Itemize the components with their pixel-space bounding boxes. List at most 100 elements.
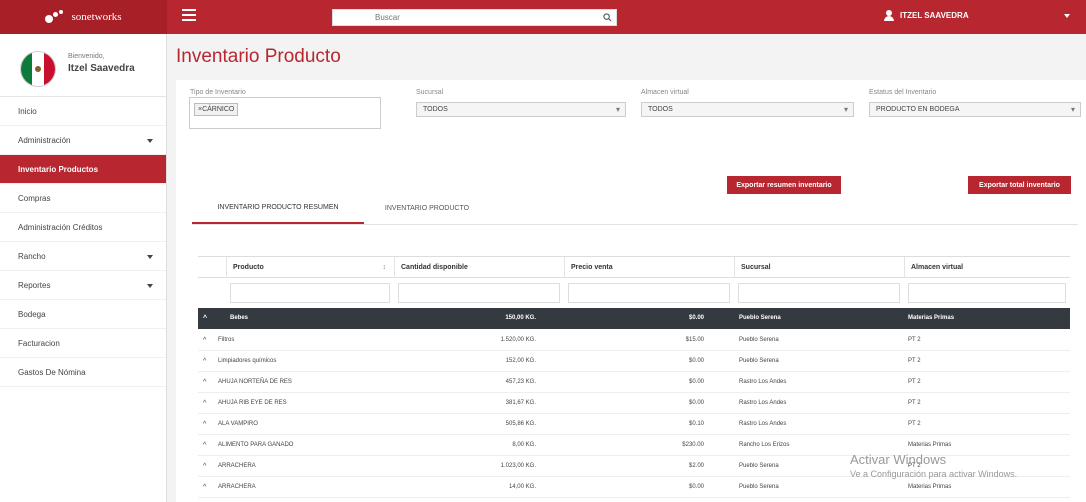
table-header: Producto ↕ Cantidad disponible Precio ve… [198, 256, 1070, 279]
cell-sucursal: Pueblo Serena [739, 463, 779, 469]
tipo-chip[interactable]: ×CÁRNICO [194, 103, 239, 116]
estatus-inventario-label: Estatus del Inventario [869, 89, 937, 96]
cell-almacen: PT 2 [908, 421, 921, 427]
table-row[interactable]: ^ ALA VAMPIRO 505,86 KG. $0.10 Rastro Lo… [198, 414, 1070, 435]
cell-sucursal: Rancho Los Erizos [739, 442, 790, 448]
cell-cantidad: 152,00 KG. [505, 358, 536, 364]
table-row[interactable]: ^ Limpiadores químicos 152,00 KG. $0.00 … [198, 351, 1070, 372]
export-total-button[interactable]: Exportar total inventario [968, 176, 1071, 194]
chevron-up-icon[interactable]: ^ [203, 393, 206, 414]
filter-precio-input[interactable] [568, 283, 730, 303]
search-icon[interactable] [603, 13, 612, 22]
chevron-down-icon [147, 255, 153, 259]
cell-producto: AHUJA NORTEÑA DE RES [218, 379, 292, 385]
tab-inventario-producto[interactable]: INVENTARIO PRODUCTO [364, 192, 490, 224]
sucursal-select[interactable]: TODOS ▾ [416, 102, 626, 117]
filter-sucursal-input[interactable] [738, 283, 900, 303]
cell-almacen: PT 2 [908, 379, 921, 385]
sidebar-item-label: Facturacion [18, 338, 60, 348]
sidebar-item-label: Inventario Productos [18, 164, 99, 174]
chevron-down-icon: ▾ [1070, 105, 1075, 114]
search-box[interactable] [332, 9, 617, 26]
sidebar-item-inventario-productos[interactable]: Inventario Productos [0, 155, 166, 184]
chevron-up-icon[interactable]: ^ [203, 372, 206, 393]
cell-cantidad: 1.023,00 KG. [500, 463, 536, 469]
menu-toggle-icon[interactable] [182, 9, 196, 21]
cell-almacen: Materias Primas [908, 315, 955, 321]
column-header-almacen[interactable]: Almacen virtual [904, 257, 1070, 279]
sucursal-value: TODOS [423, 106, 448, 113]
filter-producto-input[interactable] [230, 283, 390, 303]
sidebar-item-gastos-nomina[interactable]: Gastos De Nómina [0, 358, 166, 387]
sucursal-label: Sucursal [416, 89, 444, 96]
chevron-up-icon[interactable]: ^ [203, 435, 206, 456]
cell-almacen: PT 2 [908, 337, 921, 343]
user-menu[interactable]: ITZEL SAAVEDRA [884, 10, 969, 21]
cell-precio: $0.00 [688, 400, 704, 406]
sidebar: Bienvenido, Itzel Saavedra Inicio Admini… [0, 34, 167, 502]
cell-producto: ALIMENTO PARA GANADO [218, 442, 294, 448]
profile-name: Itzel Saavedra [68, 63, 135, 74]
chevron-up-icon[interactable]: ^ [203, 330, 206, 351]
user-name: ITZEL SAAVEDRA [900, 11, 969, 20]
cell-almacen: Materias Primas [908, 484, 952, 490]
user-menu-caret-icon[interactable] [1064, 14, 1070, 18]
user-profile: Bienvenido, Itzel Saavedra [0, 34, 166, 97]
estatus-value: PRODUCTO EN BODEGA [876, 106, 960, 113]
export-summary-button[interactable]: Exportar resumen inventario [727, 176, 841, 194]
table-filter-row [198, 278, 1070, 306]
column-header-sucursal[interactable]: Sucursal [734, 257, 904, 279]
brand-logo[interactable]: sonetworks [0, 0, 167, 34]
table-row[interactable]: ^ AHUJA RIB EYE DE RES 381,67 KG. $0.00 … [198, 393, 1070, 414]
almacen-virtual-select[interactable]: TODOS ▾ [641, 102, 854, 117]
sidebar-item-facturacion[interactable]: Facturacion [0, 329, 166, 358]
cell-sucursal: Rastro Los Andes [739, 379, 787, 385]
sidebar-item-label: Rancho [18, 251, 46, 261]
table-group-row[interactable]: ^ Bebes 150,00 KG. $0.00 Pueblo Serena M… [198, 308, 1070, 329]
sort-icon[interactable]: ↕ [383, 264, 387, 271]
chevron-up-icon[interactable]: ^ [203, 477, 206, 498]
sidebar-item-inicio[interactable]: Inicio [0, 97, 166, 126]
column-header-producto[interactable]: Producto ↕ [226, 257, 394, 279]
chevron-up-icon[interactable]: ^ [203, 414, 206, 435]
search-input[interactable] [333, 10, 583, 25]
estatus-inventario-select[interactable]: PRODUCTO EN BODEGA ▾ [869, 102, 1081, 117]
cell-precio: $0.00 [688, 358, 704, 364]
filter-almacen-input[interactable] [908, 283, 1066, 303]
tipo-inventario-multiselect[interactable]: ×CÁRNICO [189, 97, 381, 129]
sidebar-item-label: Inicio [18, 106, 37, 116]
filter-cantidad-input[interactable] [398, 283, 560, 303]
cell-sucursal: Rastro Los Andes [739, 400, 787, 406]
cell-cantidad: 8,00 KG. [512, 442, 536, 448]
table-row[interactable]: ^ ARRACHERA 14,00 KG. $0.00 Pueblo Seren… [198, 477, 1070, 498]
cell-sucursal: Rastro Los Andes [739, 421, 787, 427]
tab-inventario-resumen[interactable]: INVENTARIO PRODUCTO RESUMEN [192, 192, 364, 224]
tabs-divider [192, 224, 1078, 225]
cell-cantidad: 381,67 KG. [505, 400, 536, 406]
chevron-down-icon [147, 139, 153, 143]
table-row[interactable]: ^ Filtros 1.520,00 KG. $15.00 Pueblo Ser… [198, 330, 1070, 351]
table-row[interactable]: ^ AHUJA NORTEÑA DE RES 457,23 KG. $0.00 … [198, 372, 1070, 393]
cell-precio: $0.00 [688, 379, 704, 385]
sidebar-item-rancho[interactable]: Rancho [0, 242, 166, 271]
cell-producto: Bebes [230, 315, 249, 321]
cell-precio: $15.00 [685, 337, 704, 343]
sidebar-item-compras[interactable]: Compras [0, 184, 166, 213]
chevron-up-icon[interactable]: ^ [203, 308, 207, 329]
sidebar-item-bodega[interactable]: Bodega [0, 300, 166, 329]
cell-cantidad: 505,86 KG. [505, 421, 536, 427]
sidebar-item-label: Compras [18, 193, 51, 203]
cell-sucursal: Pueblo Serena [739, 358, 779, 364]
sidebar-item-administracion-creditos[interactable]: Administración Créditos [0, 213, 166, 242]
column-header-label: Cantidad disponible [401, 264, 468, 271]
sidebar-item-administracion[interactable]: Administración [0, 126, 166, 155]
column-header-cantidad[interactable]: Cantidad disponible [394, 257, 564, 279]
cell-producto: Limpiadores químicos [218, 358, 277, 364]
cell-precio: $2.00 [688, 463, 704, 469]
column-header-precio[interactable]: Precio venta [564, 257, 734, 279]
chevron-up-icon[interactable]: ^ [203, 351, 206, 372]
sidebar-item-reportes[interactable]: Reportes [0, 271, 166, 300]
cell-precio: $0.00 [688, 484, 704, 490]
chevron-up-icon[interactable]: ^ [203, 456, 206, 477]
sidebar-item-label: Administración Créditos [18, 222, 103, 232]
